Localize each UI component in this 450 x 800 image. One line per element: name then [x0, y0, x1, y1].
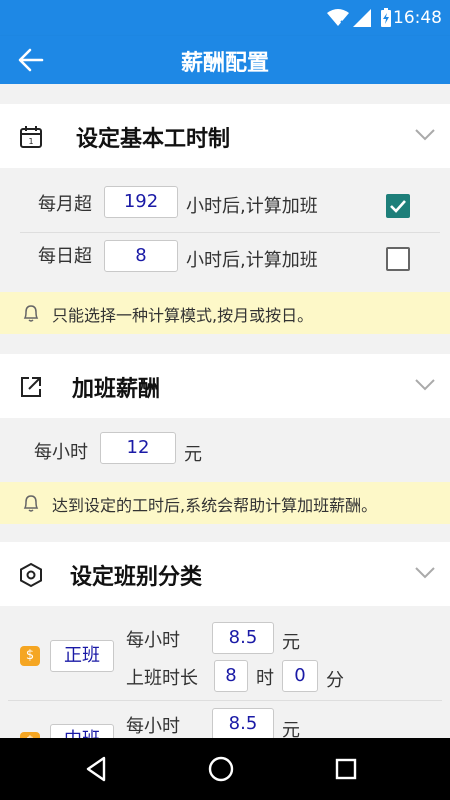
- shift-unit-label: 元: [282, 632, 300, 653]
- system-nav-bar: [0, 738, 450, 800]
- monthly-checkbox[interactable]: [386, 194, 410, 218]
- section-title: 设定班别分类: [70, 565, 203, 590]
- row-divider: [8, 700, 442, 701]
- checkmark-icon: [390, 200, 406, 213]
- monthly-hours-input[interactable]: 192: [104, 186, 178, 218]
- app-bar: 薪酬配置: [0, 36, 450, 84]
- overtime-notice: 达到设定的工时后,系统会帮助计算加班薪酬。: [0, 482, 450, 524]
- chevron-down-icon[interactable]: [414, 378, 436, 392]
- shift-hours-unit: 时: [256, 668, 274, 689]
- calendar-icon: 1: [20, 126, 42, 148]
- overtime-unit-label: 元: [184, 444, 202, 465]
- back-triangle-icon[interactable]: [82, 754, 112, 784]
- shift-minutes-input[interactable]: 0: [282, 660, 318, 692]
- money-bag-icon: $: [20, 646, 40, 666]
- row-divider: [20, 232, 440, 233]
- daily-hours-input[interactable]: 8: [104, 240, 178, 272]
- signal-icon: [353, 9, 371, 27]
- status-bar: 16:48: [0, 0, 450, 36]
- shift-rate-input[interactable]: 8.5: [212, 708, 274, 738]
- daily-checkbox[interactable]: [386, 247, 410, 271]
- overtime-rate-input[interactable]: 12: [100, 432, 176, 464]
- daily-prefix-label: 每日超: [38, 246, 92, 267]
- page-title: 薪酬配置: [180, 51, 269, 76]
- monthly-suffix-label: 小时后,计算加班: [186, 196, 318, 217]
- shift-unit-label: 元: [282, 720, 300, 738]
- home-circle-icon[interactable]: [206, 754, 236, 784]
- recents-square-icon[interactable]: [331, 754, 361, 784]
- section-shifts-header[interactable]: 设定班别分类: [0, 542, 450, 606]
- battery-icon: [381, 8, 391, 27]
- shift-rate-input[interactable]: 8.5: [212, 622, 274, 654]
- shift-name-tag[interactable]: 中班: [50, 724, 114, 738]
- section-work-hours-header[interactable]: 1 设定基本工时制: [0, 104, 450, 168]
- shift-per-hour-label: 每小时: [126, 716, 180, 737]
- shift-per-hour-label: 每小时: [126, 630, 180, 651]
- chevron-down-icon[interactable]: [414, 128, 436, 142]
- section-overtime-header[interactable]: 加班薪酬: [0, 354, 450, 418]
- shift-minutes-unit: 分: [326, 670, 344, 691]
- notice-text: 达到设定的工时后,系统会帮助计算加班薪酬。: [52, 496, 378, 515]
- bell-icon: [23, 305, 39, 322]
- overtime-per-hour-label: 每小时: [34, 442, 88, 463]
- notice-text: 只能选择一种计算模式,按月或按日。: [52, 306, 314, 325]
- shift-duration-label: 上班时长: [126, 668, 198, 689]
- work-hours-notice: 只能选择一种计算模式,按月或按日。: [0, 292, 450, 334]
- settings-hexagon-icon: [20, 562, 42, 588]
- shift-hours-input[interactable]: 8: [214, 660, 248, 692]
- clock: 16:48: [393, 8, 442, 28]
- main-content[interactable]: 1 设定基本工时制 每月超 192 小时后,计算加班 每日超 8 小时后,计算加…: [0, 84, 450, 738]
- shift-name-tag[interactable]: 正班: [50, 640, 114, 672]
- section-title: 设定基本工时制: [76, 127, 231, 152]
- daily-suffix-label: 小时后,计算加班: [186, 250, 318, 271]
- wifi-icon: [327, 9, 349, 28]
- chevron-down-icon[interactable]: [414, 566, 436, 580]
- monthly-prefix-label: 每月超: [38, 194, 92, 215]
- external-link-icon: [21, 377, 41, 397]
- svg-text:1: 1: [28, 137, 33, 146]
- bell-icon: [23, 495, 39, 512]
- section-title: 加班薪酬: [72, 377, 161, 402]
